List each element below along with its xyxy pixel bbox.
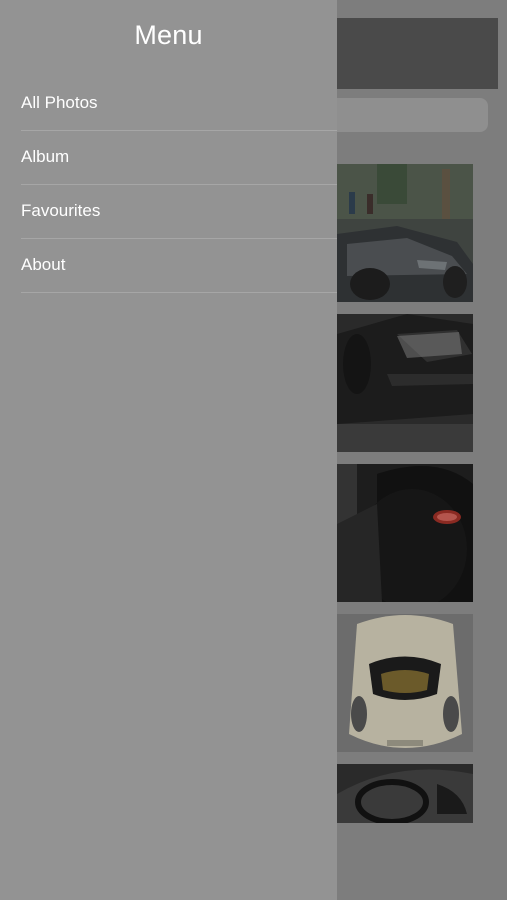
menu-item-favourites[interactable]: Favourites [21,185,337,239]
menu-item-label: Favourites [21,201,101,220]
menu-item-about[interactable]: About [21,239,337,293]
menu-item-all-photos[interactable]: All Photos [21,77,337,131]
app-header-bar [337,18,498,89]
side-menu-drawer: Menu All Photos Album Favourites About [0,0,337,900]
photo-thumbnail[interactable] [337,764,473,823]
menu-item-label: All Photos [21,93,98,112]
menu-item-label: Album [21,147,70,166]
menu-item-album[interactable]: Album [21,131,337,185]
photo-thumbnail[interactable] [337,314,473,452]
photo-thumbnail[interactable] [337,164,473,302]
photo-thumbnail[interactable] [337,464,473,602]
menu-title: Menu [134,20,203,50]
search-bar[interactable] [337,98,488,132]
photo-thumbnail[interactable] [337,614,473,752]
menu-item-label: About [21,255,66,274]
